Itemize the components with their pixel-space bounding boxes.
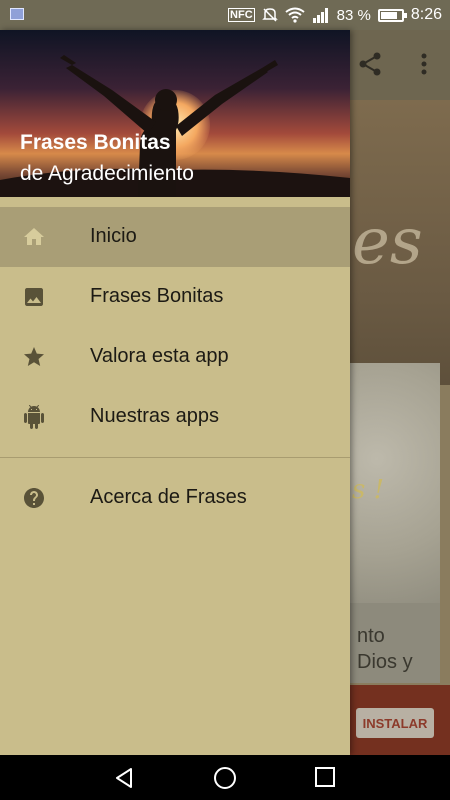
android-icon (24, 405, 44, 429)
star-icon (24, 347, 44, 366)
drawer-menu: Inicio Frases Bonitas Valora esta app Nu… (0, 207, 350, 528)
menu-item-label: Inicio (90, 225, 137, 247)
share-icon[interactable] (356, 50, 384, 78)
menu-divider (0, 457, 350, 458)
status-bar: NFC 83 % 8:26 (0, 0, 450, 30)
battery-percent: 83 % (336, 6, 371, 24)
wifi-icon (285, 7, 305, 23)
menu-item-label: Frases Bonitas (90, 285, 224, 307)
system-nav-bar (0, 755, 450, 800)
drawer-subtitle: de Agradecimiento (20, 162, 194, 185)
menu-item-label: Nuestras apps (90, 405, 219, 427)
home-nav-icon[interactable] (213, 767, 237, 791)
card-image-text: s ! (352, 475, 385, 505)
image-icon (25, 288, 43, 306)
card-title: nto Dios y (357, 623, 413, 675)
recents-icon[interactable] (314, 767, 336, 789)
notification-icon (10, 8, 24, 20)
more-options-icon[interactable] (414, 50, 434, 78)
nfc-icon: NFC (228, 8, 255, 22)
banner-text: es (352, 205, 423, 279)
menu-item-nuestras-apps[interactable]: Nuestras apps (0, 387, 350, 447)
clock: 8:26 (410, 6, 442, 23)
help-icon (24, 488, 44, 508)
card-title-line2: Dios y (357, 651, 413, 673)
back-icon[interactable] (113, 767, 135, 789)
drawer-title: Frases Bonitas (20, 131, 171, 154)
menu-item-frases-bonitas[interactable]: Frases Bonitas (0, 267, 350, 327)
card-title-line1: nto (357, 625, 385, 647)
install-button[interactable]: INSTALAR (356, 708, 434, 738)
mute-icon (261, 8, 278, 22)
menu-item-valora[interactable]: Valora esta app (0, 327, 350, 387)
home-icon (24, 228, 44, 245)
menu-item-label: Acerca de Frases (90, 486, 247, 508)
menu-item-label: Valora esta app (90, 345, 229, 367)
signal-icon (312, 8, 328, 23)
menu-item-acerca[interactable]: Acerca de Frases (0, 468, 350, 528)
drawer-header: Frases Bonitas de Agradecimiento (0, 30, 350, 197)
menu-item-inicio[interactable]: Inicio (0, 207, 350, 267)
navigation-drawer: Frases Bonitas de Agradecimiento Inicio … (0, 30, 350, 755)
battery-icon (377, 8, 407, 22)
